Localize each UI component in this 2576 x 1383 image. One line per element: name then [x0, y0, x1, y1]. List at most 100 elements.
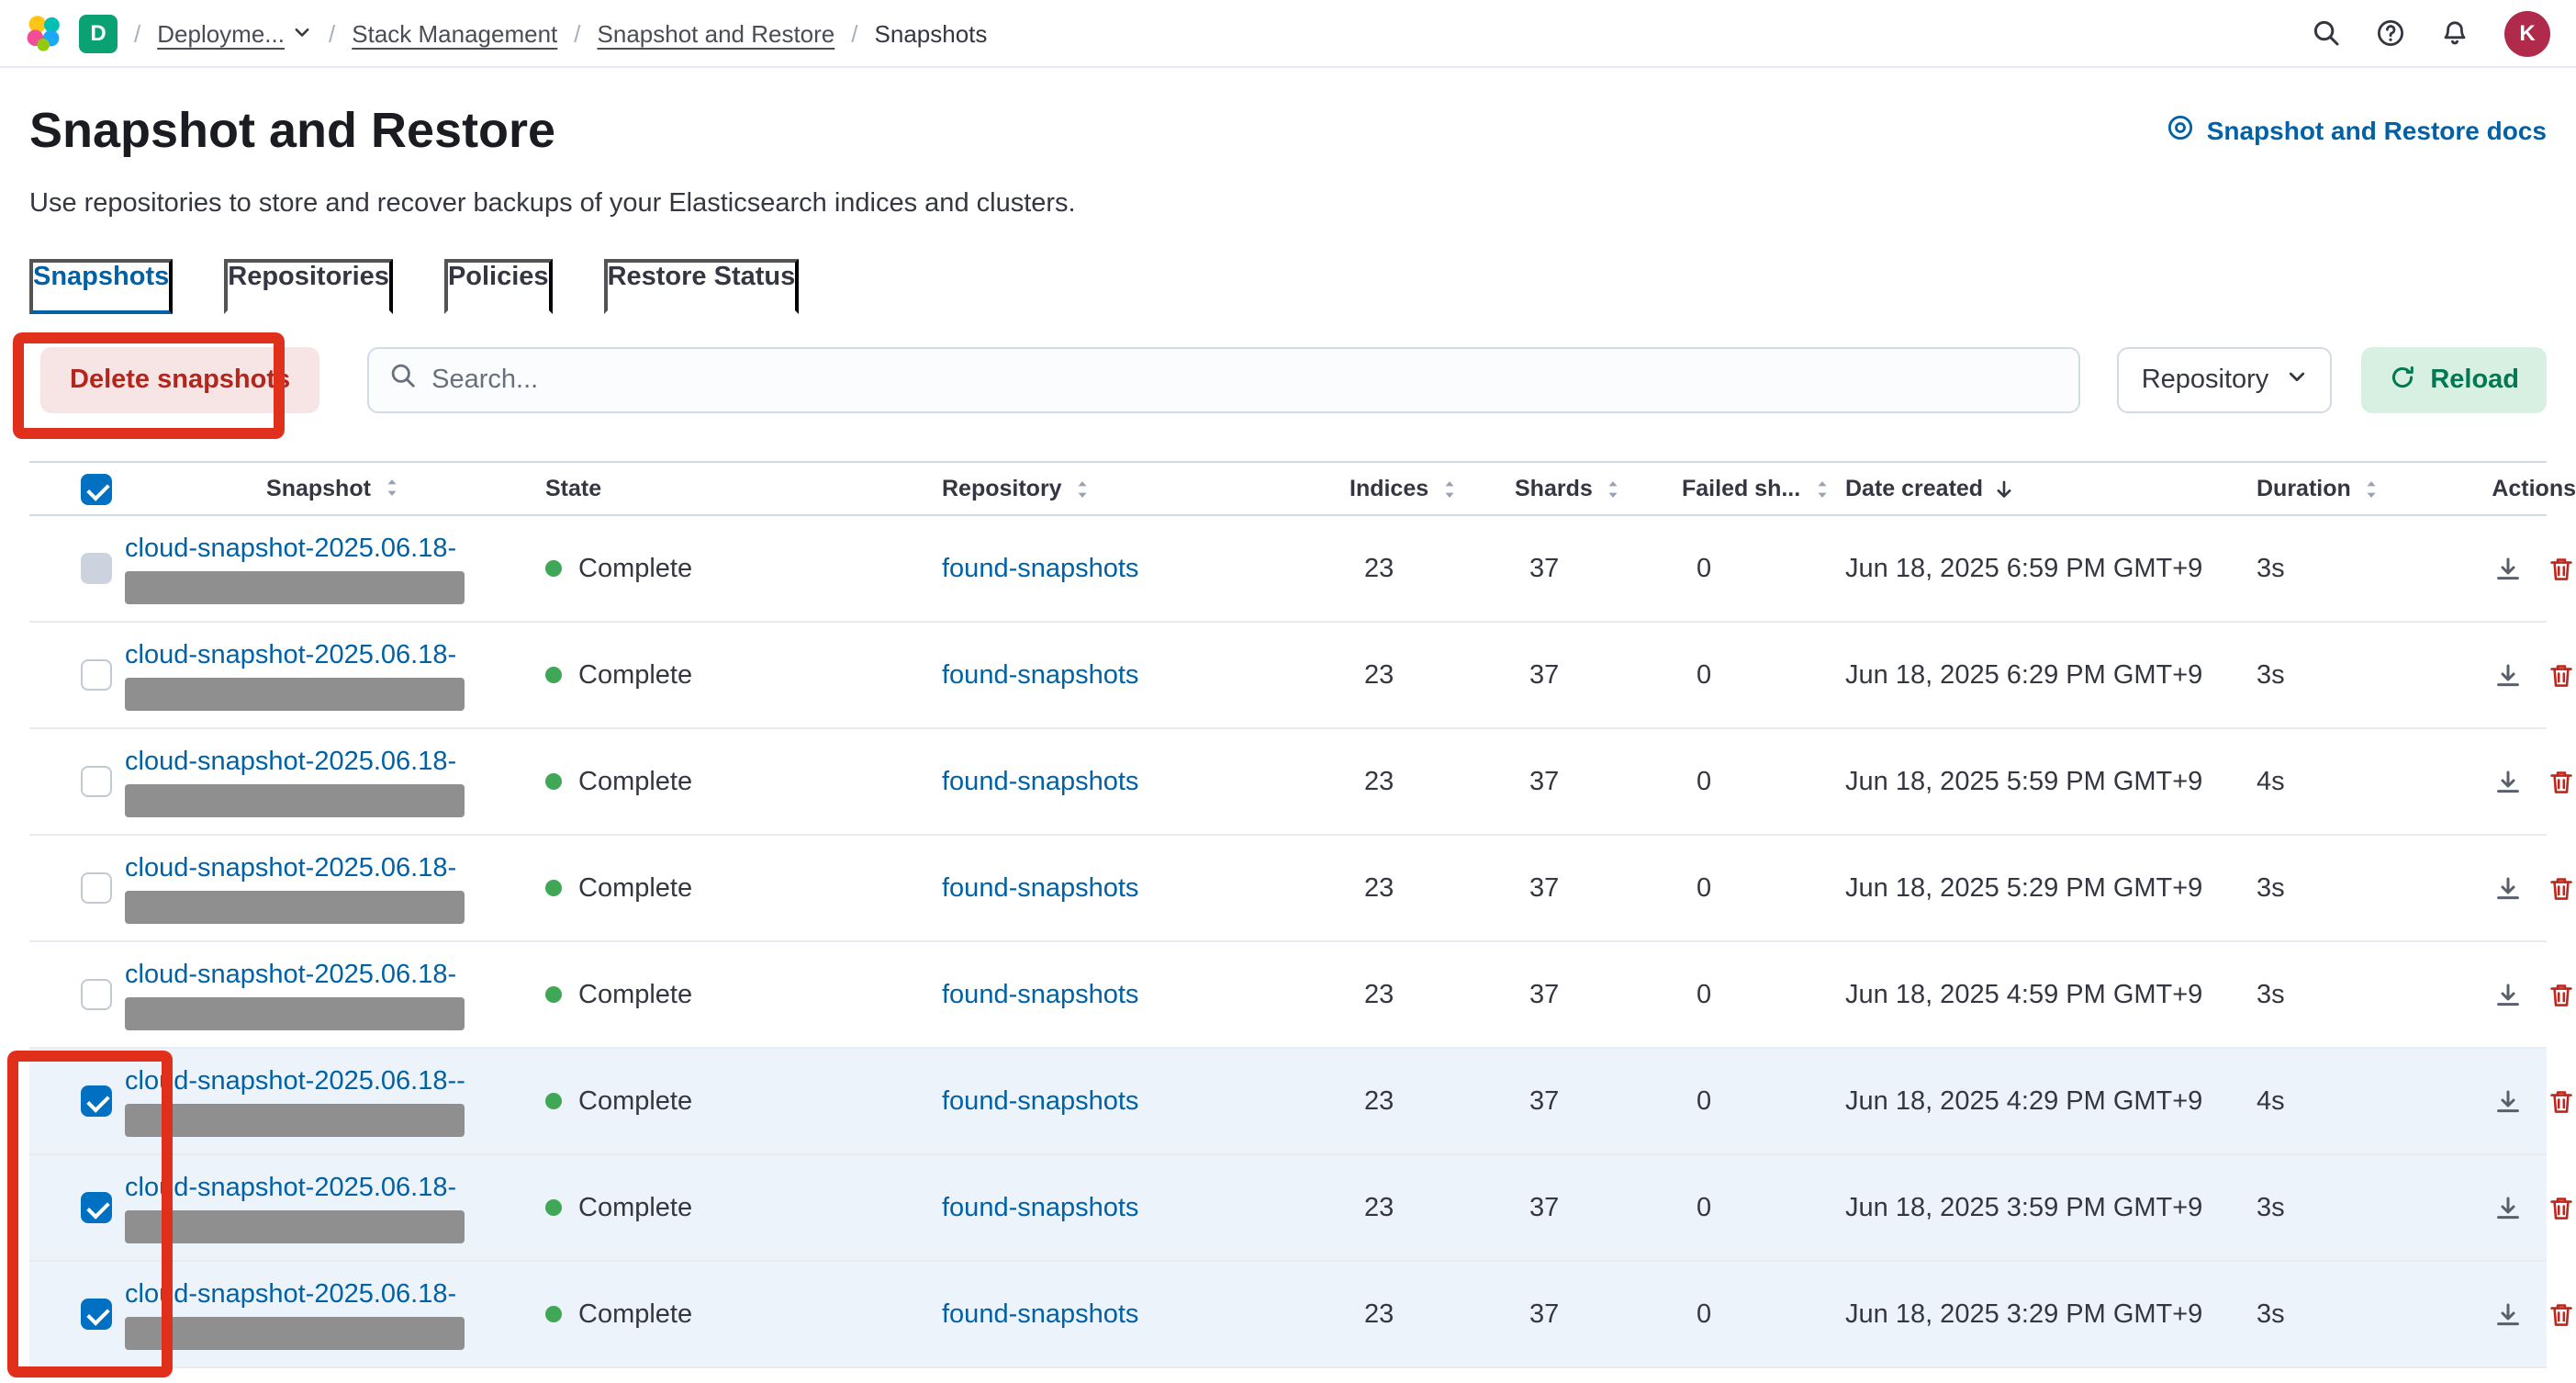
snapshot-link[interactable]: cloud-snapshot-2025.06.18-- — [125, 1066, 465, 1096]
indices-value: 23 — [1350, 554, 1515, 583]
repository-link[interactable]: found-snapshots — [942, 873, 1138, 903]
repository-link[interactable]: found-snapshots — [942, 660, 1138, 690]
delete-trash-icon[interactable] — [2547, 767, 2576, 796]
search-box[interactable] — [367, 347, 2081, 413]
state-dot-icon — [545, 1199, 562, 1216]
row-checkbox[interactable] — [81, 872, 112, 904]
repository-link[interactable]: found-snapshots — [942, 1299, 1138, 1329]
snapshot-link[interactable]: cloud-snapshot-2025.06.18- — [125, 853, 456, 883]
topbar-actions: K — [2312, 10, 2550, 56]
shards-value: 37 — [1515, 873, 1682, 903]
sort-icon[interactable] — [2360, 477, 2384, 500]
repository-link[interactable]: found-snapshots — [942, 1193, 1138, 1222]
indices-value: 23 — [1350, 980, 1515, 1009]
failed-shards-value: 0 — [1682, 1299, 1845, 1329]
breadcrumb-deployment[interactable]: Deployme... — [157, 19, 312, 47]
redacted-snapshot-suffix — [125, 1209, 465, 1242]
row-checkbox[interactable] — [81, 1299, 112, 1330]
breadcrumb-snapshot-restore[interactable]: Snapshot and Restore — [598, 19, 835, 47]
indices-value: 23 — [1350, 1086, 1515, 1116]
state-label: Complete — [578, 1299, 692, 1329]
snapshot-link[interactable]: cloud-snapshot-2025.06.18- — [125, 1173, 456, 1202]
column-header-date-created[interactable]: Date created — [1845, 476, 1983, 501]
top-navigation-bar: D / Deployme... / Stack Management / Sna… — [0, 0, 2576, 68]
indices-value: 23 — [1350, 1193, 1515, 1222]
column-header-repository[interactable]: Repository — [942, 476, 1062, 501]
download-icon[interactable] — [2493, 980, 2523, 1009]
duration-value: 3s — [2257, 554, 2466, 583]
delete-trash-icon[interactable] — [2547, 1299, 2576, 1329]
repository-link[interactable]: found-snapshots — [942, 980, 1138, 1009]
repository-link[interactable]: found-snapshots — [942, 1086, 1138, 1116]
failed-shards-value: 0 — [1682, 980, 1845, 1009]
state-dot-icon — [545, 667, 562, 683]
delete-trash-icon[interactable] — [2547, 1193, 2576, 1222]
notifications-icon[interactable] — [2440, 18, 2470, 48]
tab-repositories[interactable]: Repositories — [224, 259, 393, 314]
delete-trash-icon[interactable] — [2547, 1086, 2576, 1116]
search-input[interactable] — [431, 365, 2059, 395]
download-icon[interactable] — [2493, 873, 2523, 903]
sort-icon[interactable] — [380, 476, 404, 500]
tab-restore-status[interactable]: Restore Status — [604, 259, 800, 314]
sort-icon[interactable] — [1071, 477, 1095, 500]
redacted-snapshot-suffix — [125, 570, 465, 603]
deployment-badge[interactable]: D — [79, 14, 118, 52]
delete-trash-icon[interactable] — [2547, 980, 2576, 1009]
delete-trash-icon[interactable] — [2547, 554, 2576, 583]
breadcrumb-stack-management[interactable]: Stack Management — [352, 19, 557, 47]
state-dot-icon — [545, 880, 562, 896]
repository-filter-button[interactable]: Repository — [2118, 347, 2332, 413]
chevron-down-icon — [2285, 365, 2307, 395]
docs-link[interactable]: Snapshot and Restore docs — [2167, 114, 2547, 147]
download-icon[interactable] — [2493, 554, 2523, 583]
snapshot-link[interactable]: cloud-snapshot-2025.06.18- — [125, 640, 456, 669]
download-icon[interactable] — [2493, 1193, 2523, 1222]
row-checkbox[interactable] — [81, 1085, 112, 1117]
column-header-indices[interactable]: Indices — [1350, 476, 1428, 501]
page-description: Use repositories to store and recover ba… — [29, 186, 2547, 222]
sort-icon[interactable] — [1602, 477, 1626, 500]
search-icon[interactable] — [2312, 18, 2341, 48]
delete-snapshots-button[interactable]: Delete snapshots — [40, 347, 319, 413]
column-header-shards[interactable]: Shards — [1515, 476, 1593, 501]
sort-icon[interactable] — [1809, 477, 1833, 500]
select-all-checkbox[interactable] — [81, 473, 112, 504]
download-icon[interactable] — [2493, 767, 2523, 796]
user-avatar[interactable]: K — [2504, 10, 2550, 56]
download-icon[interactable] — [2493, 1086, 2523, 1116]
elastic-logo-icon[interactable] — [26, 15, 62, 51]
duration-value: 3s — [2257, 873, 2466, 903]
tab-policies[interactable]: Policies — [444, 259, 553, 314]
docs-icon — [2167, 114, 2194, 147]
delete-trash-icon[interactable] — [2547, 660, 2576, 690]
tab-snapshots[interactable]: Snapshots — [29, 259, 173, 314]
row-checkbox[interactable] — [81, 979, 112, 1010]
sort-desc-icon[interactable] — [1992, 477, 2016, 500]
repository-link[interactable]: found-snapshots — [942, 554, 1138, 583]
download-icon[interactable] — [2493, 1299, 2523, 1329]
column-header-duration[interactable]: Duration — [2257, 476, 2351, 501]
state-label: Complete — [578, 554, 692, 583]
column-header-failed-shards[interactable]: Failed sh... — [1682, 476, 1800, 501]
snapshot-link[interactable]: cloud-snapshot-2025.06.18- — [125, 534, 456, 563]
sort-icon[interactable] — [1438, 477, 1462, 500]
help-icon[interactable] — [2376, 18, 2405, 48]
date-created-value: Jun 18, 2025 3:29 PM GMT+9 — [1845, 1299, 2257, 1329]
column-header-snapshot[interactable]: Snapshot — [266, 476, 371, 501]
table-row: cloud-snapshot-2025.06.18- Complete foun… — [29, 836, 2547, 942]
snapshot-link[interactable]: cloud-snapshot-2025.06.18- — [125, 1279, 456, 1309]
snapshot-link[interactable]: cloud-snapshot-2025.06.18- — [125, 960, 456, 989]
download-icon[interactable] — [2493, 660, 2523, 690]
delete-trash-icon[interactable] — [2547, 873, 2576, 903]
row-checkbox[interactable] — [81, 659, 112, 691]
snapshot-link[interactable]: cloud-snapshot-2025.06.18- — [125, 747, 456, 776]
reload-button[interactable]: Reload — [2360, 347, 2547, 413]
main-content: Snapshot and Restore Snapshot and Restor… — [0, 68, 2576, 1368]
failed-shards-value: 0 — [1682, 767, 1845, 796]
column-header-state: State — [545, 476, 601, 501]
row-checkbox[interactable] — [81, 1192, 112, 1223]
row-checkbox[interactable] — [81, 766, 112, 797]
repository-link[interactable]: found-snapshots — [942, 767, 1138, 796]
row-checkbox[interactable] — [81, 553, 112, 584]
